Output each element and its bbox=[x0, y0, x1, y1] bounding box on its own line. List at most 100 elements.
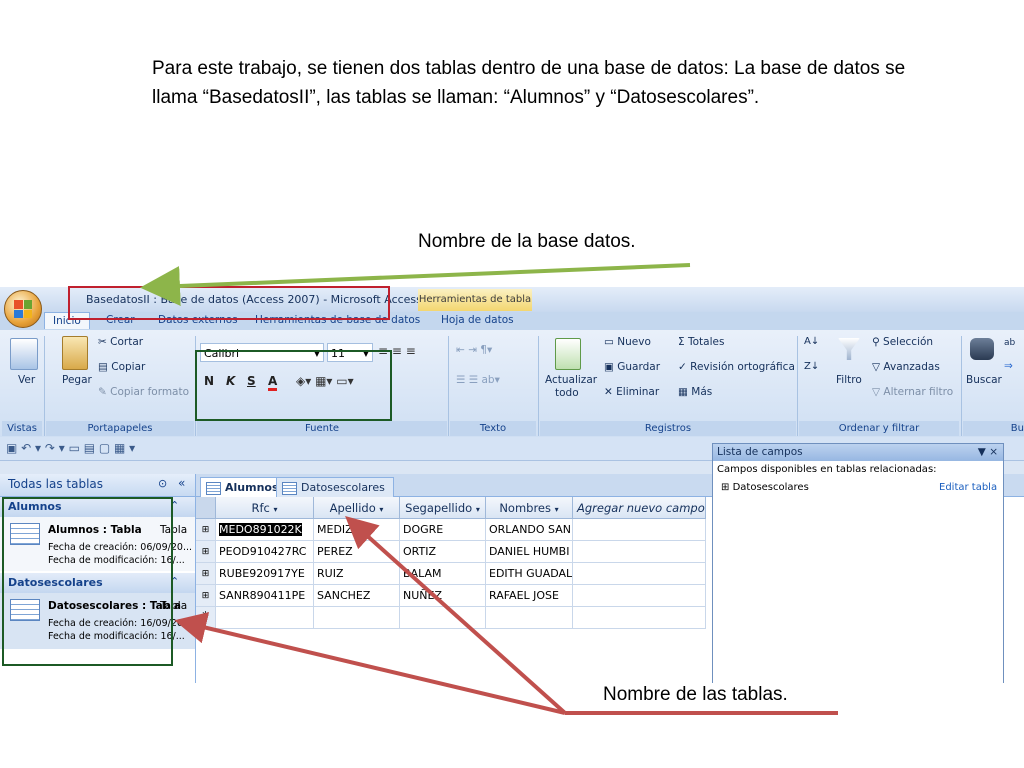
chevron-up-icon[interactable]: ⌃ bbox=[170, 499, 179, 512]
column-header-nombres[interactable]: Nombres ▾ bbox=[486, 497, 573, 519]
spelling-button[interactable]: ✓ Revisión ortográfica bbox=[678, 361, 795, 373]
tab-datos-externos[interactable]: Datos externos bbox=[158, 314, 238, 326]
filtro-label[interactable]: Filtro bbox=[836, 374, 862, 386]
table-cell[interactable]: SANR890411PE bbox=[216, 585, 314, 607]
tab-hoja-de-datos[interactable]: Hoja de datos bbox=[441, 314, 514, 326]
filter-icon[interactable] bbox=[838, 338, 860, 360]
edit-table-link[interactable]: Editar tabla bbox=[939, 482, 997, 493]
list-icons[interactable]: ☰ ☰ ab▾ bbox=[456, 374, 500, 386]
select-all-corner[interactable] bbox=[196, 497, 216, 519]
more-button[interactable]: ▦ Más bbox=[678, 386, 712, 398]
chevron-down-icon[interactable]: ▾ bbox=[555, 505, 559, 514]
table-cell[interactable] bbox=[314, 607, 400, 629]
chevron-down-icon[interactable]: ▾ bbox=[476, 505, 480, 514]
table-cell[interactable]: PEREZ bbox=[314, 541, 400, 563]
table-cell[interactable]: PEOD910427RC bbox=[216, 541, 314, 563]
refresh-icon[interactable] bbox=[555, 338, 581, 370]
expand-icon[interactable]: ⊞ bbox=[721, 482, 729, 493]
totals-button[interactable]: Σ Totales bbox=[678, 336, 724, 348]
field-list-item[interactable]: ⊞ Datosescolares bbox=[721, 482, 809, 493]
table-cell[interactable]: ORLANDO SAN bbox=[486, 519, 573, 541]
nav-group-alumnos[interactable]: Alumnos ⌃ bbox=[0, 497, 195, 517]
context-tab[interactable]: Herramientas de tabla bbox=[418, 289, 532, 311]
font-size-select[interactable]: 11 ▼ bbox=[327, 343, 373, 362]
advanced-button[interactable]: ▽ Avanzadas bbox=[872, 361, 940, 373]
table-cell[interactable]: EDITH GUADAL bbox=[486, 563, 573, 585]
paste-icon[interactable] bbox=[62, 336, 88, 370]
pegar-label[interactable]: Pegar bbox=[62, 374, 92, 386]
nav-header[interactable]: Todas las tablas ⊙ « bbox=[0, 474, 195, 497]
tab-herramientas-bd[interactable]: Herramientas de base de datos bbox=[255, 314, 420, 326]
goto-icon[interactable]: ⇒ bbox=[1004, 360, 1013, 372]
table-cell[interactable] bbox=[400, 607, 486, 629]
column-header-apellido[interactable]: Apellido ▾ bbox=[314, 497, 400, 519]
view-icon[interactable] bbox=[10, 338, 38, 370]
tab-inicio[interactable]: Inicio bbox=[44, 312, 90, 329]
buscar-label[interactable]: Buscar bbox=[966, 374, 1002, 386]
sort-desc-icon[interactable]: Z↓ bbox=[804, 361, 819, 372]
close-icon[interactable]: ▼ × bbox=[978, 444, 998, 461]
table-cell[interactable] bbox=[573, 541, 706, 563]
table-cell[interactable] bbox=[573, 563, 706, 585]
chevron-down-icon[interactable]: ▾ bbox=[274, 505, 278, 514]
save-record-button[interactable]: ▣ Guardar bbox=[604, 361, 660, 373]
table-cell[interactable]: ORTIZ bbox=[400, 541, 486, 563]
qat-icons[interactable]: ▣ ↶ ▾ ↷ ▾ ▭ ▤ ▢ ▦ ▾ bbox=[6, 441, 135, 455]
format-painter-button[interactable]: ✎ Copiar formato bbox=[98, 386, 189, 398]
nav-dropdown-icon[interactable]: ⊙ bbox=[158, 477, 167, 490]
column-header-segapellido[interactable]: Segapellido ▾ bbox=[400, 497, 486, 519]
expand-icon[interactable]: ⊞ bbox=[196, 563, 216, 585]
table-cell[interactable]: SANCHEZ bbox=[314, 585, 400, 607]
nav-item-alumnos[interactable]: Alumnos : Tabla Tabla Fecha de creación:… bbox=[0, 517, 195, 571]
bold-button[interactable]: N bbox=[204, 374, 214, 388]
doc-tab-datosescolares[interactable]: Datosescolares bbox=[276, 477, 394, 497]
cut-button[interactable]: ✂ Cortar bbox=[98, 336, 143, 348]
table-cell[interactable]: MEDO891022K bbox=[216, 519, 314, 541]
nav-item-datosescolares[interactable]: Datosescolares : Tabla Tabla Fecha de cr… bbox=[0, 593, 195, 649]
table-cell[interactable]: RUBE920917YE bbox=[216, 563, 314, 585]
expand-icon[interactable]: ⊞ bbox=[196, 541, 216, 563]
table-cell[interactable]: DANIEL HUMBI bbox=[486, 541, 573, 563]
underline-button[interactable]: S bbox=[247, 374, 256, 388]
copy-button[interactable]: ▤ Copiar bbox=[98, 361, 145, 373]
actualizar-label[interactable]: Actualizar bbox=[545, 374, 597, 386]
column-header-add-field[interactable]: Agregar nuevo campo bbox=[573, 497, 706, 519]
replace-icon[interactable]: ab bbox=[1004, 338, 1015, 348]
collapse-icon[interactable]: « bbox=[178, 476, 185, 490]
table-cell[interactable]: RAFAEL JOSE bbox=[486, 585, 573, 607]
office-button[interactable] bbox=[4, 290, 42, 328]
table-cell[interactable]: MEDIZ bbox=[314, 519, 400, 541]
italic-button[interactable]: K bbox=[226, 374, 235, 388]
table-cell[interactable] bbox=[486, 607, 573, 629]
fill-color-icon[interactable]: ◈▾ ▦▾ ▭▾ bbox=[296, 374, 354, 388]
table-cell[interactable] bbox=[573, 607, 706, 629]
font-name-select[interactable]: Calibri ▼ bbox=[200, 343, 324, 362]
todo-label[interactable]: todo bbox=[555, 387, 579, 399]
table-cell[interactable] bbox=[216, 607, 314, 629]
table-cell[interactable]: BALAM bbox=[400, 563, 486, 585]
align-icons[interactable]: ≡ ≡ ≡ bbox=[378, 344, 416, 358]
toggle-filter-button[interactable]: ▽ Alternar filtro bbox=[872, 386, 953, 398]
table-cell[interactable]: DOGRE bbox=[400, 519, 486, 541]
sort-asc-icon[interactable]: A↓ bbox=[804, 336, 819, 347]
selection-button[interactable]: ⚲ Selección bbox=[872, 336, 933, 348]
column-header-rfc[interactable]: Rfc ▾ bbox=[216, 497, 314, 519]
expand-icon[interactable]: ⊞ bbox=[196, 585, 216, 607]
chevron-up-icon[interactable]: ⌃ bbox=[170, 575, 179, 588]
expand-icon[interactable]: ⊞ bbox=[196, 519, 216, 541]
indent-icons[interactable]: ⇤ ⇥ ¶▾ bbox=[456, 344, 492, 356]
new-record-marker[interactable]: * bbox=[196, 607, 216, 629]
font-color-button[interactable]: A bbox=[268, 374, 278, 391]
nav-group-datosescolares[interactable]: Datosescolares ⌃ bbox=[0, 573, 195, 593]
ver-label[interactable]: Ver bbox=[18, 374, 35, 386]
table-cell[interactable]: RUIZ bbox=[314, 563, 400, 585]
tab-crear[interactable]: Crear bbox=[106, 314, 135, 326]
binoculars-icon[interactable] bbox=[970, 338, 994, 360]
table-cell[interactable]: NUÑEZ bbox=[400, 585, 486, 607]
new-record-button[interactable]: ▭ Nuevo bbox=[604, 336, 651, 348]
table-cell[interactable] bbox=[573, 585, 706, 607]
delete-record-button[interactable]: ✕ Eliminar bbox=[604, 386, 659, 398]
doc-tab-alumnos[interactable]: Alumnos bbox=[200, 477, 288, 497]
table-cell[interactable] bbox=[573, 519, 706, 541]
chevron-down-icon[interactable]: ▾ bbox=[379, 505, 383, 514]
